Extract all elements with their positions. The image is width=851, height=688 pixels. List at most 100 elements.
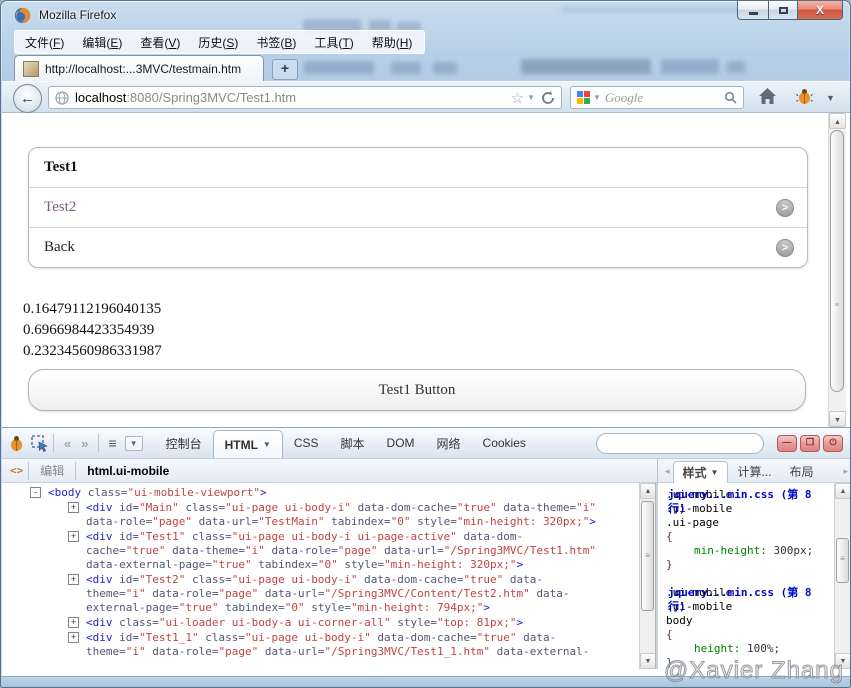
style-tab[interactable]: 布局 — [780, 459, 822, 483]
tabs-scroll-right-icon[interactable]: ▸ — [843, 466, 848, 477]
firebug-tab-控制台[interactable]: 控制台 — [155, 428, 213, 458]
random-number: 0.6966984423354939 — [23, 322, 155, 338]
expand-icon[interactable]: + — [68, 617, 79, 628]
page-scrollbar[interactable]: ▲ ≡ ▼ — [828, 113, 846, 427]
scrollbar-thumb[interactable]: ≡ — [641, 501, 654, 611]
firebug-search-input[interactable] — [610, 436, 756, 450]
search-input[interactable]: Google — [605, 90, 724, 106]
menu-item[interactable]: 文件(F) — [25, 34, 64, 51]
list-item: Test1 — [29, 148, 807, 187]
html-panel-scrollbar[interactable]: ▲ ≡ ▼ — [639, 483, 656, 669]
search-icon[interactable] — [724, 91, 737, 104]
scrollbar-thumb[interactable]: ≡ — [836, 538, 849, 583]
css-property-line[interactable]: height: 100%; — [666, 642, 834, 656]
test1-button[interactable]: Test1 Button — [28, 369, 806, 411]
menu-item[interactable]: 历史(S) — [198, 34, 238, 51]
inspect-element-icon[interactable] — [31, 434, 48, 452]
css-selector[interactable]: .ui-page — [666, 516, 834, 530]
maximize-button[interactable] — [768, 1, 797, 20]
toolbar-overflow-icon[interactable]: ▼ — [826, 93, 835, 103]
code-tag: <div — [86, 631, 113, 644]
tree-node[interactable]: - <body class="ui-mobile-viewport"> — [2, 486, 602, 500]
firebug-detach-button[interactable]: ❐ — [800, 434, 820, 452]
expand-icon[interactable]: + — [68, 502, 79, 513]
menu-item[interactable]: 查看(V) — [140, 34, 180, 51]
scroll-down-icon[interactable]: ▼ — [835, 653, 850, 669]
code-attr: data-theme= — [165, 544, 245, 557]
search-bar[interactable]: ▼ Google — [570, 86, 744, 109]
firebug-button[interactable] — [796, 88, 813, 105]
back-button[interactable]: ← — [13, 84, 42, 113]
css-file-link[interactable]: jquery...min.css (第 8 行) — [668, 488, 818, 516]
menu-item[interactable]: 工具(T) — [314, 34, 353, 51]
css-file-link[interactable]: jquery...min.css (第 8 行) — [668, 586, 818, 614]
edit-button[interactable]: 编辑 — [34, 462, 70, 479]
code-brackets-icon[interactable]: <> — [10, 464, 23, 477]
scroll-up-icon[interactable]: ▲ — [640, 483, 656, 499]
scroll-up-icon[interactable]: ▲ — [829, 113, 846, 129]
tree-node[interactable]: + <div id="Main" class="ui-page ui-body-i… — [2, 501, 602, 529]
list-item[interactable]: Test2 > — [29, 187, 807, 227]
new-tab-button[interactable]: + — [272, 59, 298, 80]
firebug-tab-dom[interactable]: DOM — [376, 428, 426, 458]
url-dropdown-icon[interactable]: ▼ — [527, 93, 535, 102]
style-tab[interactable]: 计算... — [728, 459, 780, 483]
firebug-tab-网络[interactable]: 网络 — [426, 428, 472, 458]
code-val: "page" — [218, 587, 259, 600]
expand-icon[interactable]: + — [68, 531, 79, 542]
css-selector[interactable]: body — [666, 614, 834, 628]
scroll-down-icon[interactable]: ▼ — [640, 653, 656, 669]
tree-node[interactable]: + <div class="ui-loader ui-body-a ui-corn… — [2, 616, 602, 630]
url-bar[interactable]: localhost:8080/Spring3MVC/Test1.htm ☆ ▼ — [48, 86, 562, 109]
separator — [53, 434, 54, 452]
url-text[interactable]: localhost:8080/Spring3MVC/Test1.htm — [75, 90, 511, 105]
firefox-icon — [14, 7, 31, 24]
search-engine-dropdown-icon[interactable]: ▼ — [593, 93, 601, 102]
css-property-line[interactable]: min-height: 300px; — [666, 544, 834, 558]
collapse-icon[interactable]: - — [30, 487, 41, 498]
expand-icon[interactable]: + — [68, 632, 79, 643]
reload-icon[interactable] — [541, 90, 555, 105]
firebug-tab-css[interactable]: CSS — [283, 428, 330, 458]
style-tab[interactable]: 样式 ▼ — [672, 461, 729, 483]
code-val: "/Spring3MVC/Test1.htm" — [443, 544, 597, 557]
code-attr: data-external-page= — [86, 558, 212, 571]
firebug-minimize-button[interactable]: — — [777, 434, 797, 452]
tree-node[interactable]: + <div id="Test2" class="ui-page ui-body-… — [2, 573, 602, 615]
firebug-search[interactable] — [596, 432, 764, 454]
firebug-panels: - <body class="ui-mobile-viewport"> + <div … — [2, 483, 850, 669]
bookmark-star-icon[interactable]: ☆ — [511, 89, 524, 107]
history-forward-icon[interactable]: » — [81, 436, 88, 451]
minimize-button[interactable] — [737, 1, 768, 20]
firebug-menu-icon[interactable] — [8, 435, 25, 452]
firebug-tab-脚本[interactable]: 脚本 — [330, 428, 376, 458]
scroll-down-icon[interactable]: ▼ — [829, 411, 846, 427]
panel-options-icon[interactable]: ▼ — [124, 435, 143, 451]
scrollbar-thumb[interactable]: ≡ — [830, 130, 844, 392]
scroll-up-icon[interactable]: ▲ — [835, 483, 850, 499]
firebug-tab-cookies[interactable]: Cookies — [472, 428, 537, 458]
menu-item[interactable]: 帮助(H) — [372, 34, 413, 51]
firebug-close-button[interactable]: ⏻ — [823, 434, 843, 452]
google-logo-icon[interactable] — [577, 91, 590, 104]
tree-node[interactable]: + <div id="Test1_1" class="ui-page ui-bod… — [2, 631, 602, 659]
code-tag: > — [516, 616, 524, 629]
panel-list-icon[interactable]: ≡ — [108, 435, 116, 451]
breadcrumb[interactable]: html.ui-mobile — [87, 464, 169, 478]
home-button[interactable] — [758, 87, 777, 105]
menu-item[interactable]: 书签(B) — [256, 34, 296, 51]
tabs-scroll-left-icon[interactable]: ◂ — [665, 466, 670, 477]
history-back-icon[interactable]: « — [64, 436, 71, 451]
code-val: "min-height: 794px;" — [350, 601, 484, 614]
maximize-icon — [778, 6, 788, 14]
close-button[interactable]: X — [797, 1, 843, 20]
css-property-name: min-height: — [694, 544, 774, 557]
menu-item[interactable]: 编辑(E) — [82, 34, 122, 51]
style-panel-scrollbar[interactable]: ▲ ≡ ▼ — [834, 483, 850, 669]
firebug-tab-html[interactable]: HTML ▼ — [212, 430, 283, 458]
navigation-bar: ← localhost:8080/Spring3MVC/Test1.htm ☆ … — [2, 81, 850, 113]
browser-tab[interactable]: http://localhost:...3MVC/testmain.htm — [14, 55, 264, 81]
expand-icon[interactable]: + — [68, 574, 79, 585]
list-item[interactable]: Back > — [29, 227, 807, 267]
tree-node[interactable]: + <div id="Test1" class="ui-page ui-body-… — [2, 530, 602, 572]
